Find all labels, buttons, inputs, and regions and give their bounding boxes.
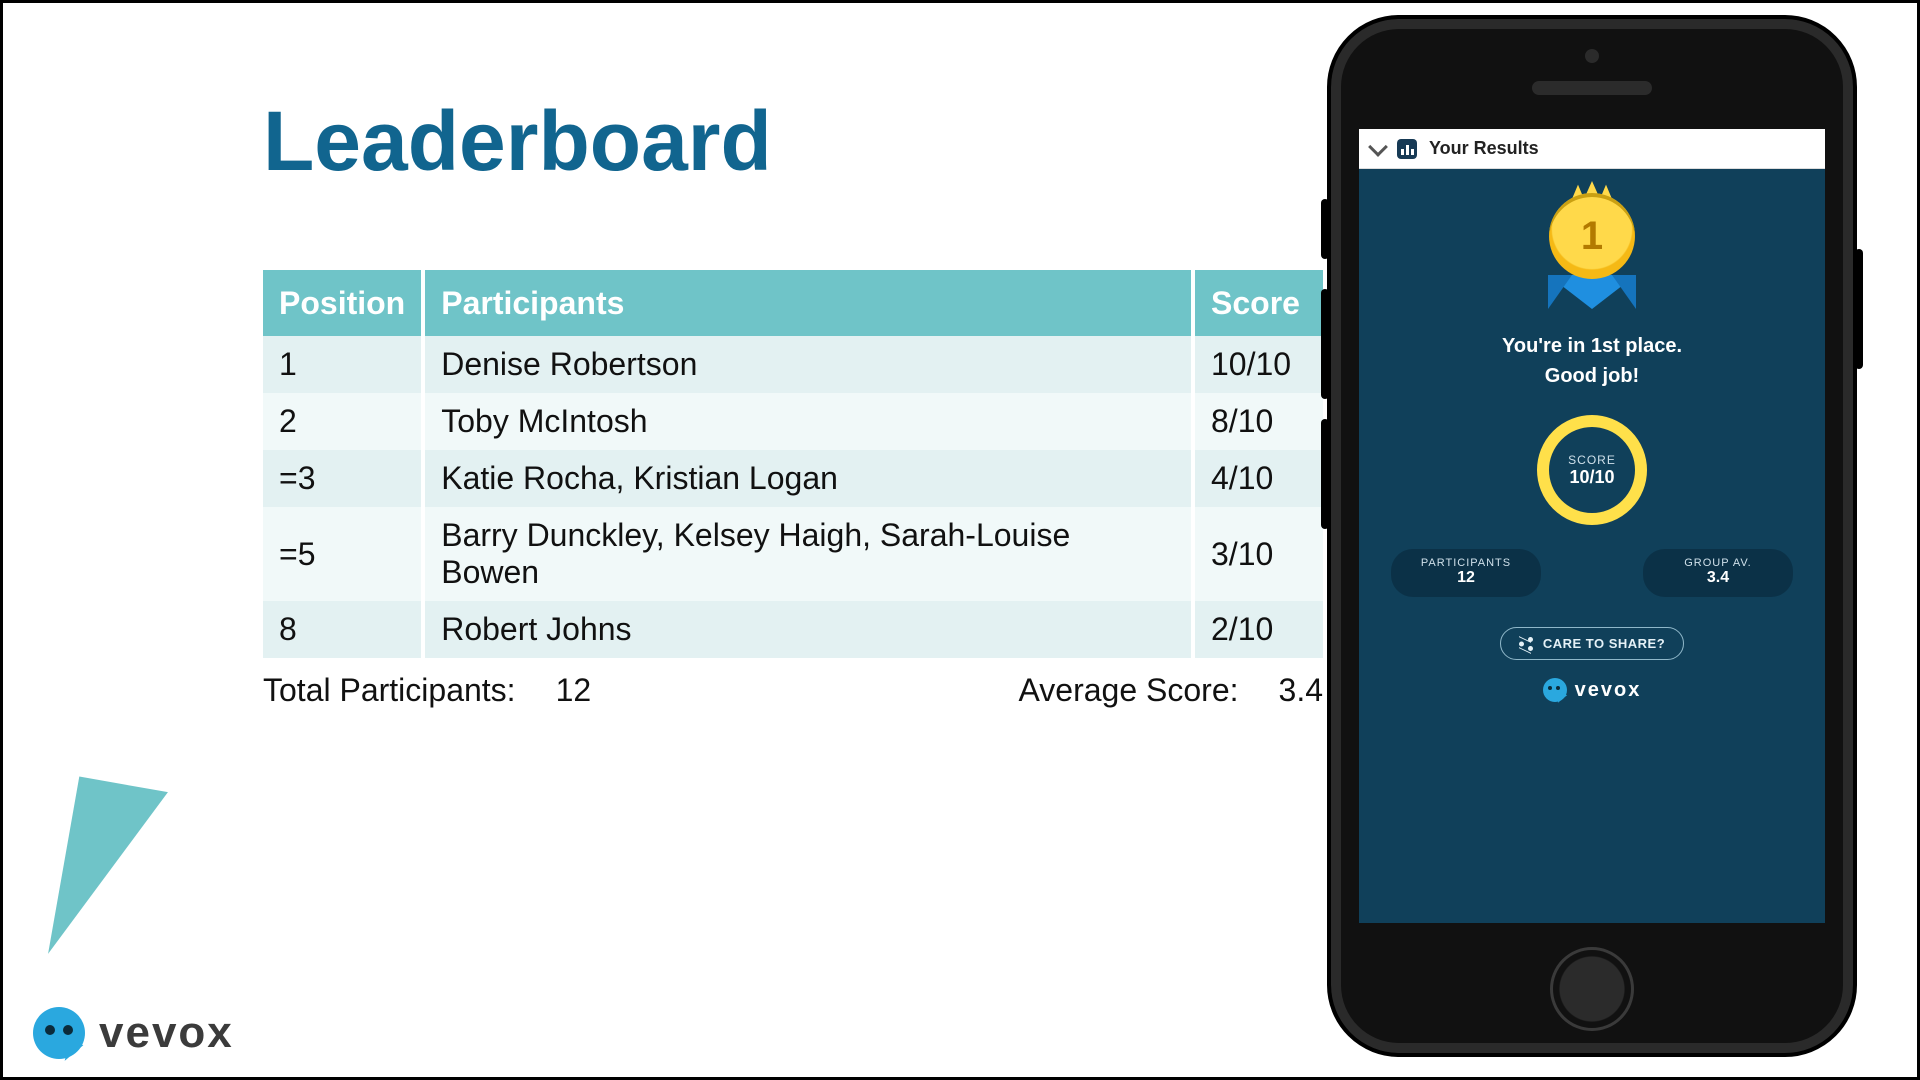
phone-volume-down <box>1321 419 1329 529</box>
group-average-label: GROUP AV. <box>1663 557 1773 569</box>
phone-power-button <box>1855 249 1863 369</box>
phone-volume-up <box>1321 289 1329 399</box>
participants-value: 12 <box>1411 569 1521 587</box>
share-icon <box>1519 637 1533 651</box>
total-participants-value: 12 <box>556 672 592 709</box>
cell-participants: Barry Dunckley, Kelsey Haigh, Sarah-Loui… <box>423 507 1193 601</box>
table-row: 1 Denise Robertson 10/10 <box>263 336 1323 393</box>
phone-speaker <box>1532 81 1652 95</box>
cell-position: =3 <box>263 450 423 507</box>
participants-pill: PARTICIPANTS 12 <box>1391 549 1541 597</box>
participants-label: PARTICIPANTS <box>1411 557 1521 569</box>
vevox-logo-icon <box>33 1007 85 1059</box>
medal-badge: 1 <box>1532 193 1652 313</box>
leaderboard-table: Position Participants Score 1 Denise Rob… <box>263 270 1323 658</box>
ribbon-icon <box>1548 275 1636 309</box>
vevox-logo-text: vevox <box>99 1008 234 1058</box>
chevron-down-icon[interactable] <box>1368 137 1388 157</box>
table-row: =3 Katie Rocha, Kristian Logan 4/10 <box>263 450 1323 507</box>
col-participants: Participants <box>423 270 1193 336</box>
cell-score: 2/10 <box>1193 601 1323 658</box>
chart-icon <box>1397 139 1417 159</box>
leaderboard-content: Leaderboard Position Participants Score … <box>263 93 1323 709</box>
vevox-logo-mini: vevox <box>1359 678 1825 702</box>
average-score-label: Average Score: <box>1019 672 1239 709</box>
vevox-logo-text: vevox <box>1575 679 1642 702</box>
phone-screen: Your Results 1 You're in 1st place. Good… <box>1359 129 1825 923</box>
cell-participants: Denise Robertson <box>423 336 1193 393</box>
cell-position: 1 <box>263 336 423 393</box>
cell-score: 10/10 <box>1193 336 1323 393</box>
cell-score: 8/10 <box>1193 393 1323 450</box>
phone-home-button[interactable] <box>1550 947 1634 1031</box>
table-row: =5 Barry Dunckley, Kelsey Haigh, Sarah-L… <box>263 507 1323 601</box>
average-score-value: 3.4 <box>1279 672 1323 709</box>
cell-position: =5 <box>263 507 423 601</box>
col-score: Score <box>1193 270 1323 336</box>
totals-row: Total Participants: 12 Average Score: 3.… <box>263 672 1323 709</box>
phone-mute-switch <box>1321 199 1329 259</box>
medal-icon: 1 <box>1549 193 1635 279</box>
cell-score: 3/10 <box>1193 507 1323 601</box>
share-button[interactable]: CARE TO SHARE? <box>1500 627 1684 660</box>
cell-participants: Katie Rocha, Kristian Logan <box>423 450 1193 507</box>
col-position: Position <box>263 270 423 336</box>
score-label: SCORE <box>1568 453 1616 467</box>
cell-participants: Robert Johns <box>423 601 1193 658</box>
total-participants-label: Total Participants: <box>263 672 516 709</box>
page-title: Leaderboard <box>263 93 1323 190</box>
results-header-title: Your Results <box>1429 138 1539 159</box>
cell-participants: Toby McIntosh <box>423 393 1193 450</box>
cell-position: 2 <box>263 393 423 450</box>
vevox-logo: vevox <box>33 1007 234 1059</box>
stats-row: PARTICIPANTS 12 GROUP AV. 3.4 <box>1359 549 1825 597</box>
results-body: 1 You're in 1st place. Good job! SCORE 1… <box>1359 169 1825 702</box>
vevox-logo-icon <box>1543 678 1567 702</box>
cell-position: 8 <box>263 601 423 658</box>
cell-score: 4/10 <box>1193 450 1323 507</box>
table-header-row: Position Participants Score <box>263 270 1323 336</box>
group-average-value: 3.4 <box>1663 569 1773 587</box>
share-button-label: CARE TO SHARE? <box>1543 636 1665 651</box>
results-header[interactable]: Your Results <box>1359 129 1825 169</box>
place-message: You're in 1st place. Good job! <box>1359 331 1825 391</box>
phone-mockup: Your Results 1 You're in 1st place. Good… <box>1327 15 1857 1057</box>
phone-camera <box>1585 49 1599 63</box>
table-row: 8 Robert Johns 2/10 <box>263 601 1323 658</box>
score-value: 10/10 <box>1569 467 1614 488</box>
score-ring: SCORE 10/10 <box>1537 415 1647 525</box>
place-line-1: You're in 1st place. <box>1359 331 1825 361</box>
slide-stage: Leaderboard Position Participants Score … <box>0 0 1920 1080</box>
place-line-2: Good job! <box>1359 361 1825 391</box>
group-average-pill: GROUP AV. 3.4 <box>1643 549 1793 597</box>
table-row: 2 Toby McIntosh 8/10 <box>263 393 1323 450</box>
